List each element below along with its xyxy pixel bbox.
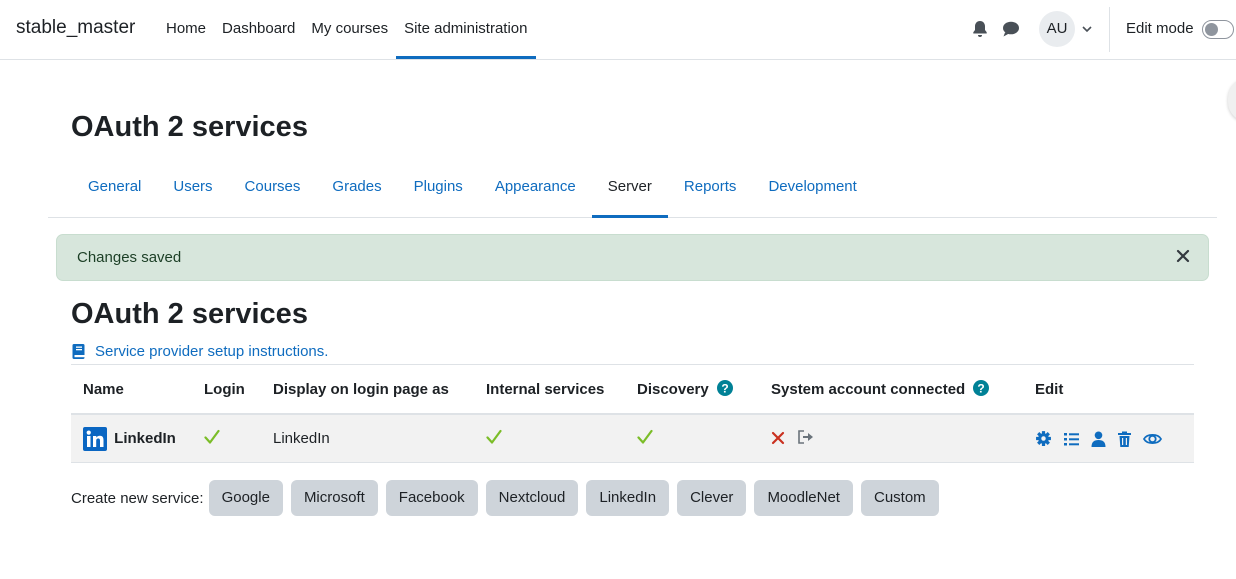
cell-name: LinkedIn xyxy=(71,414,192,463)
chevron-down-icon[interactable] xyxy=(1081,23,1093,35)
edit-mode-toggle[interactable] xyxy=(1202,20,1234,39)
cross-icon xyxy=(771,431,785,444)
nav-site-administration[interactable]: Site administration xyxy=(396,0,536,59)
create-custom-button[interactable]: Custom xyxy=(860,480,939,516)
create-nextcloud-button[interactable]: Nextcloud xyxy=(485,480,579,516)
header-discovery: Discovery ? xyxy=(625,364,759,415)
list-icon[interactable] xyxy=(1063,431,1080,447)
table-row: LinkedIn LinkedIn xyxy=(71,414,1194,463)
create-linkedin-button[interactable]: LinkedIn xyxy=(586,480,670,516)
header-name: Name xyxy=(71,364,192,415)
trash-icon[interactable] xyxy=(1117,431,1132,447)
header-edit-label: Edit xyxy=(1035,380,1064,398)
svg-text:?: ? xyxy=(978,382,985,396)
top-navbar: stable_master Home Dashboard My courses … xyxy=(0,0,1236,60)
help-icon[interactable]: ? xyxy=(716,380,733,396)
table-header-row: Name Login Display on login page as Inte… xyxy=(71,364,1194,415)
toggle-knob xyxy=(1205,23,1218,36)
edit-actions xyxy=(1035,430,1194,447)
cell-display-as: LinkedIn xyxy=(261,414,474,463)
check-icon xyxy=(486,429,502,444)
nav-my-courses[interactable]: My courses xyxy=(303,0,396,59)
tab-courses[interactable]: Courses xyxy=(229,163,317,218)
header-login-label: Login xyxy=(204,380,245,398)
header-system-account: System account connected ? xyxy=(759,364,1023,415)
header-internal-services-label: Internal services xyxy=(486,380,605,398)
connect-icon[interactable] xyxy=(797,429,815,445)
edit-mode-label: Edit mode xyxy=(1126,20,1194,37)
user-icon[interactable] xyxy=(1091,431,1106,447)
header-name-label: Name xyxy=(83,380,124,398)
nav-home[interactable]: Home xyxy=(158,0,214,59)
linkedin-icon xyxy=(83,426,107,451)
primary-navigation: Home Dashboard My courses Site administr… xyxy=(158,0,536,59)
header-system-account-label: System account connected xyxy=(771,381,966,398)
header-internal-services: Internal services xyxy=(474,364,625,415)
section-title: OAuth 2 services xyxy=(71,298,308,330)
page-title: OAuth 2 services xyxy=(71,111,308,143)
alert-message: Changes saved xyxy=(77,249,182,266)
tab-grades[interactable]: Grades xyxy=(316,163,397,218)
create-facebook-button[interactable]: Facebook xyxy=(385,480,478,516)
cell-edit xyxy=(1023,414,1194,463)
close-icon[interactable] xyxy=(1176,249,1190,263)
instructions-link[interactable]: Service provider setup instructions. xyxy=(71,343,328,360)
display-as-value: LinkedIn xyxy=(273,430,330,447)
create-google-button[interactable]: Google xyxy=(208,480,283,516)
service-name: LinkedIn xyxy=(114,430,176,447)
services-table: Name Login Display on login page as Inte… xyxy=(71,364,1194,463)
navbar-divider xyxy=(1109,7,1110,52)
cell-login xyxy=(192,414,261,463)
chat-icon[interactable] xyxy=(1001,19,1021,39)
instructions-link-label: Service provider setup instructions. xyxy=(95,343,329,360)
drawer-toggle-button[interactable] xyxy=(1228,78,1236,122)
header-display-label: Display on login page as xyxy=(273,380,449,398)
tab-development[interactable]: Development xyxy=(752,163,872,218)
cell-system-account xyxy=(759,414,1023,463)
tab-reports[interactable]: Reports xyxy=(668,163,753,218)
admin-tabs: General Users Courses Grades Plugins App… xyxy=(48,163,1217,218)
svg-text:?: ? xyxy=(721,382,728,396)
cell-discovery xyxy=(625,414,759,463)
tab-plugins[interactable]: Plugins xyxy=(398,163,479,218)
create-clever-button[interactable]: Clever xyxy=(677,480,747,516)
bell-icon[interactable] xyxy=(970,19,990,39)
tab-general[interactable]: General xyxy=(72,163,157,218)
check-icon xyxy=(637,429,653,444)
check-icon xyxy=(204,429,220,444)
create-moodlenet-button[interactable]: MoodleNet xyxy=(754,480,853,516)
tab-server[interactable]: Server xyxy=(591,163,668,218)
create-service-label: Create new service: xyxy=(71,489,204,507)
nav-dashboard[interactable]: Dashboard xyxy=(214,0,303,59)
gear-icon[interactable] xyxy=(1035,430,1052,447)
help-icon[interactable]: ? xyxy=(973,380,990,396)
tab-appearance[interactable]: Appearance xyxy=(479,163,592,218)
success-alert: Changes saved xyxy=(56,234,1209,281)
avatar[interactable]: AU xyxy=(1039,11,1075,47)
header-discovery-label: Discovery xyxy=(637,381,709,398)
cell-internal-services xyxy=(474,414,625,463)
book-icon xyxy=(72,344,85,359)
create-microsoft-button[interactable]: Microsoft xyxy=(290,480,378,516)
create-service-row: Create new service: Google Microsoft Fac… xyxy=(71,480,947,516)
header-edit: Edit xyxy=(1023,364,1194,415)
eye-icon[interactable] xyxy=(1143,431,1162,447)
tab-users[interactable]: Users xyxy=(157,163,228,218)
header-login: Login xyxy=(192,364,261,415)
header-display: Display on login page as xyxy=(261,364,474,415)
site-name[interactable]: stable_master xyxy=(16,17,135,39)
